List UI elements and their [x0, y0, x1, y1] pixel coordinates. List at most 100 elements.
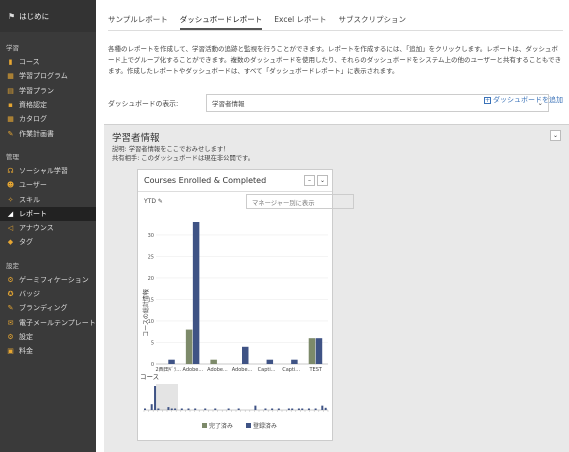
panel-shared: 共有相手: このダッシュボードは現在非公開です。: [112, 155, 255, 162]
sidebar-section-title: 学習: [6, 44, 19, 52]
sidebar-item[interactable]: ✎ ブランディング: [0, 301, 96, 315]
sidebar-item-label: 学習プラン: [19, 86, 54, 95]
x-tick-label: Adobe...: [207, 367, 228, 373]
x-tick-label: Capti...: [282, 367, 300, 373]
minimize-button[interactable]: –: [304, 175, 315, 186]
manager-filter-input[interactable]: マネージャー別に表示: [246, 194, 354, 209]
dashboard-select-label: ダッシュボードの表示:: [108, 100, 179, 108]
navigator-bar: [237, 408, 240, 410]
y-tick-label: 25: [148, 254, 154, 260]
sidebar-item[interactable]: ✧ スキル: [0, 192, 96, 206]
sidebar-item[interactable]: ▦ 学習プログラム: [0, 69, 96, 83]
panel-collapse-button[interactable]: ⌄: [550, 130, 561, 141]
chevron-down-icon: ⌄: [552, 132, 559, 139]
sidebar-item[interactable]: ✎ 作業計画書: [0, 126, 96, 140]
navigator-bar: [291, 408, 294, 410]
navigator-bar: [157, 408, 160, 410]
sidebar-item[interactable]: ☻ ユーザー: [0, 178, 96, 192]
navigator-bar: [150, 404, 153, 410]
panel-title: 学習者情報: [112, 133, 160, 144]
sidebar-section-title: 設定: [6, 261, 19, 270]
navigator-bar: [187, 408, 190, 410]
sidebar-item[interactable]: ▪ 資格認定: [0, 98, 96, 112]
sidebar-item-label: ブランディング: [19, 304, 68, 313]
sidebar-item-label: 資格認定: [19, 101, 47, 110]
x-axis-label: コース: [140, 373, 159, 381]
announce-icon: ◁: [7, 224, 14, 233]
x-tick-label: Adobe...: [232, 367, 253, 373]
panel-info: 説明: 学習者情報をここでおみせします！ 共有相手: このダッシュボードは現在非…: [112, 145, 254, 163]
navigator-bar: [314, 408, 317, 410]
plan-icon: ▤: [7, 86, 14, 95]
x-tick-label: Adobe...: [183, 367, 204, 373]
sidebar-item-label: タグ: [19, 238, 33, 247]
sidebar-item[interactable]: ◁ アナウンス: [0, 221, 96, 235]
add-dashboard-link[interactable]: + ダッシュボードを追加: [484, 95, 563, 105]
pencil-icon: ✎: [157, 198, 163, 205]
navigator-bar: [174, 408, 177, 410]
widget-menu-button[interactable]: ⌄: [317, 175, 328, 186]
sidebar-item-label: ソーシャル学習: [19, 166, 68, 175]
sidebar-item[interactable]: ✪ バッジ: [0, 287, 96, 301]
sidebar-item[interactable]: ⚙ ゲーミフィケーション: [0, 273, 96, 287]
legend-label: 登録済み: [253, 422, 277, 430]
sidebar-item[interactable]: ▣ 料金: [0, 344, 96, 358]
report-tab[interactable]: サブスクリプション: [339, 14, 407, 30]
plus-icon: +: [484, 96, 491, 104]
bar-enrolled: [266, 359, 274, 364]
x-tick-label: Capti...: [258, 367, 276, 373]
sidebar-item-label: カタログ: [19, 115, 47, 124]
sidebar-item[interactable]: ▮ コース: [0, 55, 96, 69]
sidebar-item-label: ユーザー: [19, 181, 47, 190]
sidebar-item-label: スキル: [19, 195, 40, 204]
bar-enrolled: [242, 346, 249, 364]
program-icon: ▦: [7, 72, 14, 81]
tag-icon: ◆: [7, 238, 14, 247]
sidebar-item-label: コース: [19, 58, 40, 67]
sidebar-item[interactable]: ▤ 学習プラン: [0, 84, 96, 98]
main-content: サンプルレポート ダッシュボードレポート Excel レポート サブスクリプション 各…: [96, 0, 569, 452]
x-tick-label: TEST: [308, 367, 322, 373]
navigator-bar: [324, 407, 327, 410]
sidebar-item[interactable]: ◢ レポート: [0, 206, 96, 221]
sidebar: ⚑ はじめに 学習 ▮ コース ▦ 学習プログラム ▤ 学習プラン ▪ 資格認定 ▦ カタログ ✎ 作業…: [0, 0, 96, 452]
navigator-bar: [194, 408, 197, 410]
add-dashboard-label: ダッシュボードを追加: [493, 96, 563, 104]
bar-enrolled: [315, 338, 323, 364]
navigator-bar: [154, 386, 157, 410]
widget-controls: – ⌄: [302, 175, 328, 186]
bar-enrolled: [291, 359, 298, 364]
sidebar-item[interactable]: ☊ ソーシャル学習: [0, 164, 96, 178]
sidebar-home[interactable]: ⚑ はじめに: [0, 0, 96, 32]
settings-icon: ⚙: [7, 332, 14, 341]
panel-description: 説明: 学習者情報をここでおみせします！: [112, 146, 230, 153]
y-tick-label: 20: [148, 276, 154, 282]
y-tick-label: 5: [151, 340, 154, 346]
sidebar-item[interactable]: ✉ 電子メールテンプレート: [0, 315, 96, 329]
legend-label: 完了済み: [209, 422, 233, 430]
report-tab[interactable]: サンプルレポート: [108, 14, 168, 30]
period-selector[interactable]: YTD ✎: [144, 198, 163, 205]
navigator-selection: [156, 384, 178, 410]
report-tab[interactable]: Excel レポート: [274, 14, 326, 30]
social-icon: ☊: [7, 166, 14, 175]
page-description: 各種のレポートを作成して、学習活動の追跡と監視を行うことができます。レポートを作…: [108, 45, 562, 75]
sidebar-item-label: ゲーミフィケーション: [19, 275, 89, 284]
chevron-down-icon: ⌄: [319, 177, 326, 184]
navigator-bar: [307, 408, 310, 410]
navigator-bar: [287, 408, 290, 410]
report-tab[interactable]: ダッシュボードレポート: [179, 14, 263, 30]
sidebar-item[interactable]: ◆ タグ: [0, 235, 96, 249]
sidebar-item[interactable]: ▦ カタログ: [0, 112, 96, 126]
navigator-bar: [170, 408, 173, 410]
sidebar-item[interactable]: ⚙ 設定: [0, 330, 96, 344]
bar-enrolled: [168, 359, 175, 364]
legend-swatch: [246, 423, 251, 428]
y-tick-label: 0: [151, 362, 154, 368]
widget-divider: [138, 191, 332, 192]
y-axis-label: コースの総計情報: [142, 289, 150, 337]
navigator-bar: [264, 408, 267, 410]
legend-swatch: [202, 423, 207, 428]
y-tick-label: 30: [148, 233, 154, 239]
email-icon: ✉: [7, 318, 14, 327]
